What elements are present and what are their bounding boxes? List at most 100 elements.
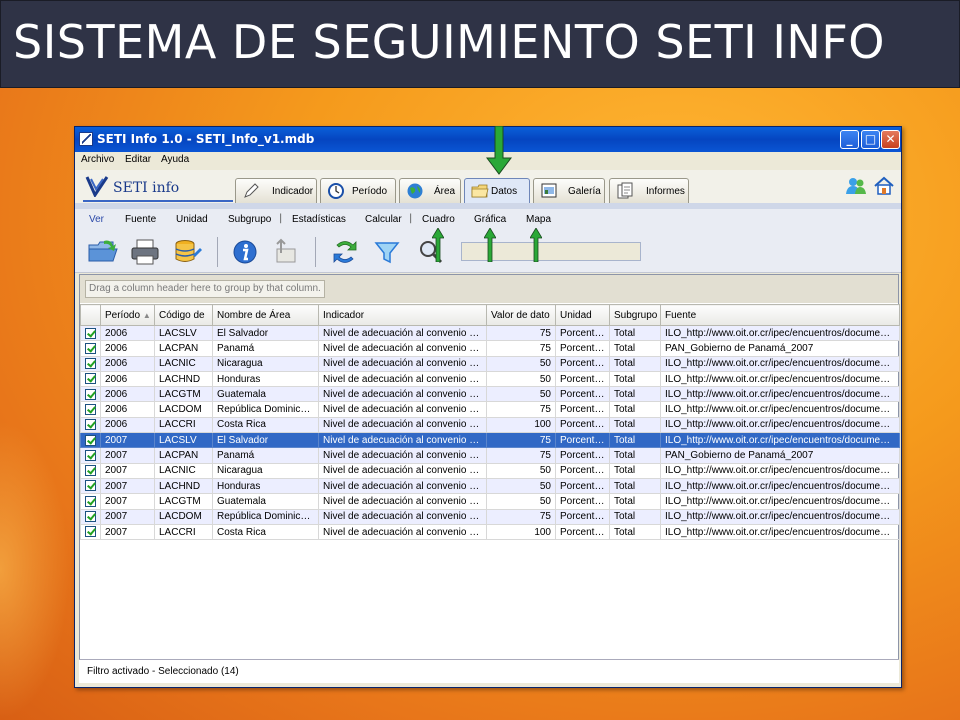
row-checkbox[interactable] xyxy=(85,511,96,523)
column-header-valor[interactable]: Valor de dato xyxy=(486,304,556,326)
subtab-cuadro[interactable]: Cuadro xyxy=(422,214,455,225)
subtab-subgrupo[interactable]: Subgrupo xyxy=(228,214,271,225)
cell-fuente: ILO_http://www.oit.or.cr/ipec/encuentros… xyxy=(660,386,900,403)
cell-valor: 50 xyxy=(486,386,556,403)
menu-editar[interactable]: Editar xyxy=(125,154,151,165)
row-checkbox[interactable] xyxy=(85,495,96,507)
table-row[interactable]: 2007 LACNIC Nicaragua Nivel de adecuación a… xyxy=(80,462,900,479)
cell-codigo: LACGTM xyxy=(154,386,213,403)
table-row[interactable]: 2007 LACSLV El Salvador Nivel de adecuación… xyxy=(80,432,900,449)
group-by-area[interactable]: Drag a column header here to group by th… xyxy=(80,275,898,303)
cell-subgrupo: Total xyxy=(609,462,661,479)
table-row[interactable]: 2007 LACDOM República Dominicana Nivel de a… xyxy=(80,508,900,525)
cell-fuente: ILO_http://www.oit.or.cr/ipec/encuentros… xyxy=(660,432,900,449)
cell-codigo: LACSLV xyxy=(154,432,213,449)
print-icon[interactable] xyxy=(129,237,161,267)
row-checkbox[interactable] xyxy=(85,327,96,339)
subtab-calcular[interactable]: Calcular xyxy=(365,214,402,225)
table-row[interactable]: 2006 LACCRI Costa Rica Nivel de adecuación … xyxy=(80,416,900,434)
status-text: Filtro activado - Seleccionado (14) xyxy=(87,666,239,677)
table-row[interactable]: 2007 LACCRI Costa Rica Nivel de adecuación … xyxy=(80,523,900,541)
column-header-periodo[interactable]: Período ▲ xyxy=(100,304,155,326)
tab-area-label: Área xyxy=(434,186,456,197)
row-checkbox-cell xyxy=(80,523,101,541)
cell-codigo: LACGTM xyxy=(154,493,213,510)
subtab-unidad[interactable]: Unidad xyxy=(176,214,208,225)
tab-indicador[interactable]: Indicador xyxy=(235,178,317,203)
brand-logo: SETI info xyxy=(83,173,233,202)
column-header-indicador[interactable]: Indicador xyxy=(318,304,487,326)
cell-unidad: Porcentaje xyxy=(555,324,610,342)
open-folder-icon[interactable] xyxy=(87,237,119,267)
table-row[interactable]: 2006 LACHND Honduras Nivel de adecuación al… xyxy=(80,370,900,388)
row-checkbox[interactable] xyxy=(85,449,96,461)
tab-informes[interactable]: Informes xyxy=(609,178,689,203)
background-decoration xyxy=(0,420,70,720)
row-checkbox[interactable] xyxy=(85,526,96,538)
minimize-button[interactable]: _ xyxy=(840,130,859,149)
close-icon: ✕ xyxy=(885,132,896,146)
subtab-fuente[interactable]: Fuente xyxy=(125,214,156,225)
row-checkbox[interactable] xyxy=(85,480,96,492)
tab-area[interactable]: Área xyxy=(399,178,461,203)
cell-valor: 100 xyxy=(486,416,556,434)
users-icon[interactable] xyxy=(845,175,867,197)
filter-icon[interactable] xyxy=(371,237,403,267)
home-icon[interactable] xyxy=(873,175,895,197)
subtab-grafica[interactable]: Gráfica xyxy=(474,214,506,225)
tab-datos[interactable]: Datos xyxy=(464,178,530,203)
maximize-button[interactable]: □ xyxy=(861,130,880,149)
row-checkbox[interactable] xyxy=(85,465,96,477)
close-button[interactable]: ✕ xyxy=(881,130,900,149)
table-row[interactable]: 2007 LACHND Honduras Nivel de adecuación al… xyxy=(80,477,900,495)
cell-subgrupo: Total xyxy=(609,508,661,525)
app-logo-icon xyxy=(79,132,93,146)
row-checkbox[interactable] xyxy=(85,358,96,370)
table-row[interactable]: 2006 LACDOM República Dominicana Nivel de a… xyxy=(80,401,900,418)
maximize-icon: □ xyxy=(864,132,877,146)
cell-unidad: Porcentaje xyxy=(555,477,610,495)
tab-galeria[interactable]: Galería xyxy=(533,178,605,203)
column-header-subgrupo[interactable]: Subgrupo xyxy=(609,304,661,326)
refresh-icon[interactable] xyxy=(329,237,361,267)
cell-indicador: Nivel de adecuación al convenio 138 xyxy=(318,477,487,495)
row-checkbox[interactable] xyxy=(85,403,96,415)
table-header-row: Período ▲ Código de Nombre de Área Indic… xyxy=(80,304,900,326)
table-row[interactable]: 2006 LACGTM Guatemala Nivel de adecuación a… xyxy=(80,386,900,403)
info-icon[interactable] xyxy=(229,237,261,267)
cell-unidad: Porcentaje xyxy=(555,447,610,464)
cell-subgrupo: Total xyxy=(609,432,661,449)
row-checkbox[interactable] xyxy=(85,373,96,385)
table-row[interactable]: 2006 LACPAN Panamá Nivel de adecuación al c… xyxy=(80,340,900,357)
database-edit-icon[interactable] xyxy=(171,237,203,267)
cell-valor: 75 xyxy=(486,508,556,525)
cell-indicador: Nivel de adecuación al convenio 138 xyxy=(318,401,487,418)
row-checkbox[interactable] xyxy=(85,434,96,446)
cell-nombre-area: República Dominicana xyxy=(212,508,319,525)
table-row[interactable]: 2006 LACSLV El Salvador Nivel de adecuación… xyxy=(80,324,900,342)
column-header-unidad[interactable]: Unidad xyxy=(555,304,610,326)
table-row[interactable]: 2007 LACPAN Panamá Nivel de adecuación al c… xyxy=(80,447,900,464)
menu-archivo[interactable]: Archivo xyxy=(81,154,114,165)
row-checkbox[interactable] xyxy=(85,342,96,354)
column-header-codigo[interactable]: Código de xyxy=(154,304,213,326)
table-row[interactable]: 2006 LACNIC Nicaragua Nivel de adecuación a… xyxy=(80,355,900,372)
cell-fuente: ILO_http://www.oit.or.cr/ipec/encuentros… xyxy=(660,508,900,525)
subtab-mapa[interactable]: Mapa xyxy=(526,214,551,225)
cell-nombre-area: Panamá xyxy=(212,340,319,357)
gallery-icon xyxy=(541,183,557,198)
column-header-fuente[interactable]: Fuente xyxy=(660,304,900,326)
export-icon[interactable] xyxy=(271,237,303,267)
column-header-nombre-area[interactable]: Nombre de Área xyxy=(212,304,319,326)
column-header-select[interactable] xyxy=(80,304,101,326)
tab-periodo[interactable]: Período xyxy=(320,178,396,203)
subtab-ver[interactable]: Ver xyxy=(89,214,104,225)
row-checkbox[interactable] xyxy=(85,388,96,400)
menu-ayuda[interactable]: Ayuda xyxy=(161,154,189,165)
pen-icon xyxy=(244,183,259,198)
subtab-estadisticas[interactable]: Estadísticas xyxy=(292,214,346,225)
table-row[interactable]: 2007 LACGTM Guatemala Nivel de adecuación a… xyxy=(80,493,900,510)
row-checkbox[interactable] xyxy=(85,419,96,431)
tab-periodo-label: Período xyxy=(352,186,388,197)
globe-icon xyxy=(407,183,423,199)
